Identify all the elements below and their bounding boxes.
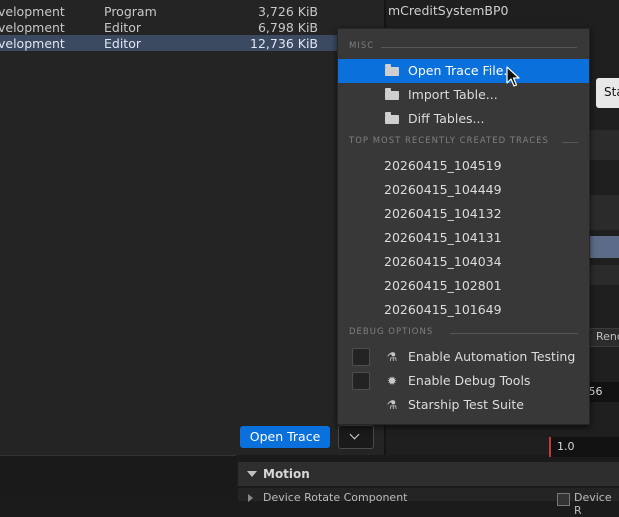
section-divider [381, 47, 577, 48]
recent-trace-item[interactable]: 20260415_104449 [338, 178, 589, 202]
folder-open-icon [385, 88, 399, 100]
motion-row-value: Device R [574, 491, 612, 517]
session-config: velopment [0, 4, 65, 19]
section-divider [562, 142, 578, 143]
recent-trace-item[interactable]: 20260415_104131 [338, 226, 589, 250]
open-trace-button[interactable]: Open Trace [240, 426, 330, 448]
folder-open-icon [385, 112, 399, 124]
menu-item-enable-automation-testing[interactable]: ⚗ Enable Automation Testing [338, 345, 589, 369]
bug-icon: ✹ [386, 374, 398, 388]
tooltip-text: Sta [604, 85, 619, 99]
session-config: velopment [0, 20, 65, 35]
recent-trace-label: 20260415_104519 [384, 158, 502, 173]
session-row-selected[interactable]: velopment Editor 12,736 KiB [0, 35, 384, 51]
session-size: 3,726 KiB [257, 4, 318, 19]
menu-item-import-table[interactable]: Import Table... [338, 83, 589, 107]
number-field[interactable]: 1.0 [549, 437, 619, 457]
number-field-value: 1.0 [557, 440, 575, 453]
menu-item-label: Enable Debug Tools [408, 373, 531, 388]
details-title: mCreditSystemBP0 [388, 3, 509, 18]
details-band [590, 130, 619, 160]
automation-testing-checkbox[interactable] [352, 348, 370, 366]
recent-trace-label: 20260415_104034 [384, 254, 502, 269]
session-row[interactable]: velopment Editor 6,798 KiB [0, 19, 384, 35]
bottom-strip [0, 455, 236, 502]
debug-tools-checkbox[interactable] [352, 372, 370, 390]
motion-row-label: Device Rotate Component [263, 491, 408, 504]
section-header-recent: TOP MOST RECENTLY CREATED TRACES [349, 136, 578, 148]
section-divider [450, 333, 578, 334]
trace-dropdown-menu: MISC Open Trace File... Import Table... … [337, 28, 590, 425]
flask-sparkle-icon: ⚗ [386, 350, 398, 364]
details-band [590, 265, 619, 285]
section-header-label: MISC [349, 41, 375, 51]
session-size: 6,798 KiB [257, 20, 318, 35]
session-type: Editor [104, 36, 141, 51]
details-selected-row[interactable] [590, 236, 619, 258]
component-icon [557, 493, 570, 506]
session-config: velopment [0, 36, 65, 51]
menu-item-open-trace-file[interactable]: Open Trace File... [338, 59, 589, 83]
menu-item-label: Enable Automation Testing [408, 349, 576, 364]
menu-item-starship-test-suite[interactable]: ⚗ Starship Test Suite [338, 393, 589, 417]
details-band [590, 195, 619, 230]
section-header-label: TOP MOST RECENTLY CREATED TRACES [349, 136, 549, 146]
menu-item-label: Diff Tables... [408, 111, 485, 126]
chevron-down-icon [349, 429, 360, 440]
folder-open-icon [385, 64, 399, 76]
section-header-misc: MISC [349, 41, 577, 53]
menu-item-enable-debug-tools[interactable]: ✹ Enable Debug Tools [338, 369, 589, 393]
recent-trace-item[interactable]: 20260415_104034 [338, 250, 589, 274]
session-row[interactable]: velopment Program 3,726 KiB [0, 3, 384, 19]
recent-trace-label: 20260415_104449 [384, 182, 502, 197]
render-button[interactable]: Renc [588, 328, 619, 347]
session-list: velopment Program 3,726 KiB velopment Ed… [0, 0, 384, 455]
open-trace-dropdown-button[interactable] [338, 425, 374, 449]
menu-item-diff-tables[interactable]: Diff Tables... [338, 107, 589, 131]
menu-item-label: Import Table... [408, 87, 498, 102]
section-header-debug: DEBUG OPTIONS [349, 327, 578, 339]
tooltip: Sta [596, 78, 619, 108]
recent-trace-item[interactable]: 20260415_104132 [338, 202, 589, 226]
recent-trace-item[interactable]: 20260415_101649 [338, 298, 589, 322]
collapse-arrow-icon [247, 471, 257, 477]
session-type: Program [104, 4, 157, 19]
motion-row[interactable]: Device Rotate Component Device R [238, 488, 619, 517]
session-size: 12,736 KiB [250, 36, 318, 51]
recent-trace-label: 20260415_101649 [384, 302, 502, 317]
recent-trace-label: 20260415_104131 [384, 230, 502, 245]
motion-section-title: Motion [263, 467, 310, 481]
recent-trace-item[interactable]: 20260415_102801 [338, 274, 589, 298]
motion-section-header[interactable]: Motion [238, 462, 619, 486]
menu-item-label: Starship Test Suite [408, 397, 524, 412]
recent-trace-label: 20260415_102801 [384, 278, 502, 293]
session-type: Editor [104, 20, 141, 35]
recent-trace-item[interactable]: 20260415_104519 [338, 154, 589, 178]
render-button-label: Renc [596, 330, 619, 343]
section-header-label: DEBUG OPTIONS [349, 327, 434, 337]
mouse-cursor-icon [506, 66, 520, 87]
recent-trace-label: 20260415_104132 [384, 206, 502, 221]
menu-item-label: Open Trace File... [408, 63, 516, 78]
flask-icon: ⚗ [386, 398, 398, 412]
